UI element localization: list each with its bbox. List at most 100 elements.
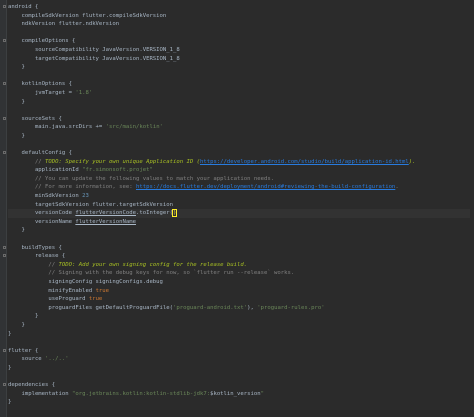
code-line[interactable]: jvmTarget = '1.8' bbox=[8, 89, 474, 98]
code-token-plain: dependencies { bbox=[8, 382, 56, 389]
code-line[interactable]: minifyEnabled true bbox=[8, 287, 474, 296]
code-editor[interactable]: android { compileSdkVersion flutter.comp… bbox=[0, 0, 474, 417]
code-token-plain: ), bbox=[247, 304, 258, 311]
fold-marker-icon[interactable] bbox=[3, 116, 6, 120]
code-line[interactable]: sourceSets { bbox=[3, 115, 474, 124]
code-token-string: "org.jetbrains.kotlin:kotlin-stdlib-jdk7… bbox=[72, 390, 211, 397]
code-line[interactable]: android { bbox=[3, 3, 474, 12]
code-token-keyword: true bbox=[95, 287, 110, 294]
code-token-plain: flutter { bbox=[8, 347, 39, 354]
code-token-keyword: true bbox=[88, 296, 103, 303]
code-line[interactable]: minSdkVersion 23 bbox=[8, 192, 474, 201]
code-line[interactable]: // For more information, see: https://do… bbox=[8, 183, 474, 192]
code-token-plain: } bbox=[8, 64, 25, 71]
code-lines[interactable]: android { compileSdkVersion flutter.comp… bbox=[3, 3, 474, 407]
code-token-plain: } bbox=[8, 330, 12, 337]
code-token-plain: ndkVersion flutter.ndkVersion bbox=[8, 21, 120, 28]
code-token-plain: android { bbox=[8, 4, 39, 10]
code-line[interactable]: } bbox=[8, 226, 474, 235]
code-token-string: 'src/main/kotlin' bbox=[105, 124, 163, 131]
code-token-plain: minSdkVersion bbox=[8, 193, 83, 200]
code-line[interactable]: compileSdkVersion flutter.compileSdkVers… bbox=[8, 12, 474, 21]
code-token-plain: } bbox=[8, 321, 25, 328]
fold-marker-icon[interactable] bbox=[3, 39, 6, 43]
code-token-link: https://docs.flutter.dev/deployment/andr… bbox=[135, 184, 396, 191]
vertical-scrollbar[interactable] bbox=[470, 0, 474, 417]
code-token-todo: TODO: Specify your own unique Applicatio… bbox=[45, 158, 200, 165]
code-line[interactable]: } bbox=[8, 312, 474, 321]
code-line[interactable]: } bbox=[8, 330, 474, 339]
code-line[interactable]: flutter { bbox=[3, 347, 474, 356]
code-token-plain: applicationId bbox=[8, 167, 83, 174]
code-line[interactable] bbox=[8, 29, 474, 38]
fold-marker-icon[interactable] bbox=[3, 82, 6, 86]
code-token-string: 'proguard-rules.pro' bbox=[257, 304, 325, 311]
code-line[interactable]: // TODO: Add your own signing config for… bbox=[8, 261, 474, 270]
code-line[interactable]: compileOptions { bbox=[3, 37, 474, 46]
code-line[interactable]: } bbox=[8, 321, 474, 330]
code-line[interactable] bbox=[8, 338, 474, 347]
code-line[interactable]: proguardFiles getDefaultProguardFile('pr… bbox=[8, 304, 474, 313]
fold-marker-icon[interactable] bbox=[3, 254, 6, 258]
code-line[interactable] bbox=[8, 72, 474, 81]
code-token-plain: buildTypes { bbox=[8, 244, 62, 251]
code-line[interactable]: targetSdkVersion flutter.targetSdkVersio… bbox=[8, 201, 474, 210]
code-line[interactable]: versionCode flutterVersionCode.toInteger… bbox=[8, 209, 474, 218]
code-line[interactable] bbox=[8, 235, 474, 244]
code-token-comment: // Signing with the debug keys for now, … bbox=[8, 270, 295, 277]
code-line[interactable]: // You can update the following values t… bbox=[8, 175, 474, 184]
code-line[interactable]: buildTypes { bbox=[3, 244, 474, 253]
code-line[interactable]: // TODO: Specify your own unique Applica… bbox=[8, 158, 474, 167]
code-token-plain: kotlinOptions { bbox=[8, 81, 72, 88]
code-token-string: '1.8' bbox=[75, 89, 93, 96]
code-line[interactable]: } bbox=[8, 132, 474, 141]
code-line[interactable]: defaultConfig { bbox=[3, 149, 474, 158]
code-token-plain: main.java.srcDirs += bbox=[8, 124, 106, 131]
code-line[interactable]: ndkVersion flutter.ndkVersion bbox=[8, 20, 474, 29]
fold-marker-icon[interactable] bbox=[3, 245, 6, 249]
fold-marker-icon[interactable] bbox=[3, 5, 6, 8]
code-token-plain: release { bbox=[8, 253, 66, 260]
code-token-todo: TODO: Add your own signing config for th… bbox=[58, 261, 248, 268]
code-token-plain: versionName bbox=[8, 218, 76, 225]
code-line[interactable]: main.java.srcDirs += 'src/main/kotlin' bbox=[8, 123, 474, 132]
fold-marker-icon[interactable] bbox=[3, 151, 6, 155]
editor-gutter[interactable] bbox=[0, 0, 7, 417]
fold-marker-icon[interactable] bbox=[3, 348, 6, 352]
code-line[interactable]: } bbox=[8, 63, 474, 72]
code-token-number: 23 bbox=[82, 193, 89, 200]
code-token-comment: // You can update the following values t… bbox=[8, 175, 275, 182]
code-line[interactable]: useProguard true bbox=[8, 295, 474, 304]
code-line[interactable] bbox=[8, 373, 474, 382]
code-line[interactable]: } bbox=[8, 364, 474, 373]
code-line[interactable]: implementation "org.jetbrains.kotlin:kot… bbox=[8, 390, 474, 399]
code-line[interactable]: } bbox=[8, 98, 474, 107]
code-line[interactable]: // Signing with the debug keys for now, … bbox=[8, 269, 474, 278]
code-token-plain: signingConfig signingConfigs.debug bbox=[8, 279, 163, 285]
code-line[interactable]: sourceCompatibility JavaVersion.VERSION_… bbox=[8, 46, 474, 55]
code-line[interactable]: release { bbox=[3, 252, 474, 261]
code-token-plain: targetCompatibility JavaVersion.VERSION_… bbox=[8, 55, 180, 62]
code-line[interactable]: versionName flutterVersionName bbox=[8, 218, 474, 227]
code-token-plain: defaultConfig { bbox=[8, 150, 72, 157]
code-token-string: 'proguard-android.txt' bbox=[173, 304, 248, 311]
code-token-plain: .toInteger( bbox=[135, 210, 174, 217]
code-line[interactable] bbox=[8, 141, 474, 150]
code-line[interactable]: kotlinOptions { bbox=[3, 80, 474, 89]
code-token-string: "fr.simonsoft.projet" bbox=[82, 167, 153, 174]
code-token-todo: ). bbox=[408, 158, 416, 165]
code-token-plain: } bbox=[8, 313, 39, 320]
code-token-comment: // bbox=[8, 261, 59, 268]
code-token-string: '../..' bbox=[45, 356, 69, 363]
code-line[interactable]: applicationId "fr.simonsoft.projet" bbox=[8, 166, 474, 175]
code-line[interactable]: dependencies { bbox=[3, 381, 474, 390]
code-token-plain: sourceCompatibility JavaVersion.VERSION_… bbox=[8, 46, 180, 53]
code-token-plain: jvmTarget = bbox=[8, 89, 76, 96]
fold-marker-icon[interactable] bbox=[3, 383, 6, 387]
code-line[interactable]: } bbox=[8, 398, 474, 407]
code-line[interactable]: signingConfig signingConfigs.debug bbox=[8, 278, 474, 287]
code-token-plain: versionCode bbox=[8, 210, 76, 217]
code-line[interactable] bbox=[8, 106, 474, 115]
code-line[interactable]: targetCompatibility JavaVersion.VERSION_… bbox=[8, 55, 474, 64]
code-line[interactable]: source '../..' bbox=[8, 355, 474, 364]
